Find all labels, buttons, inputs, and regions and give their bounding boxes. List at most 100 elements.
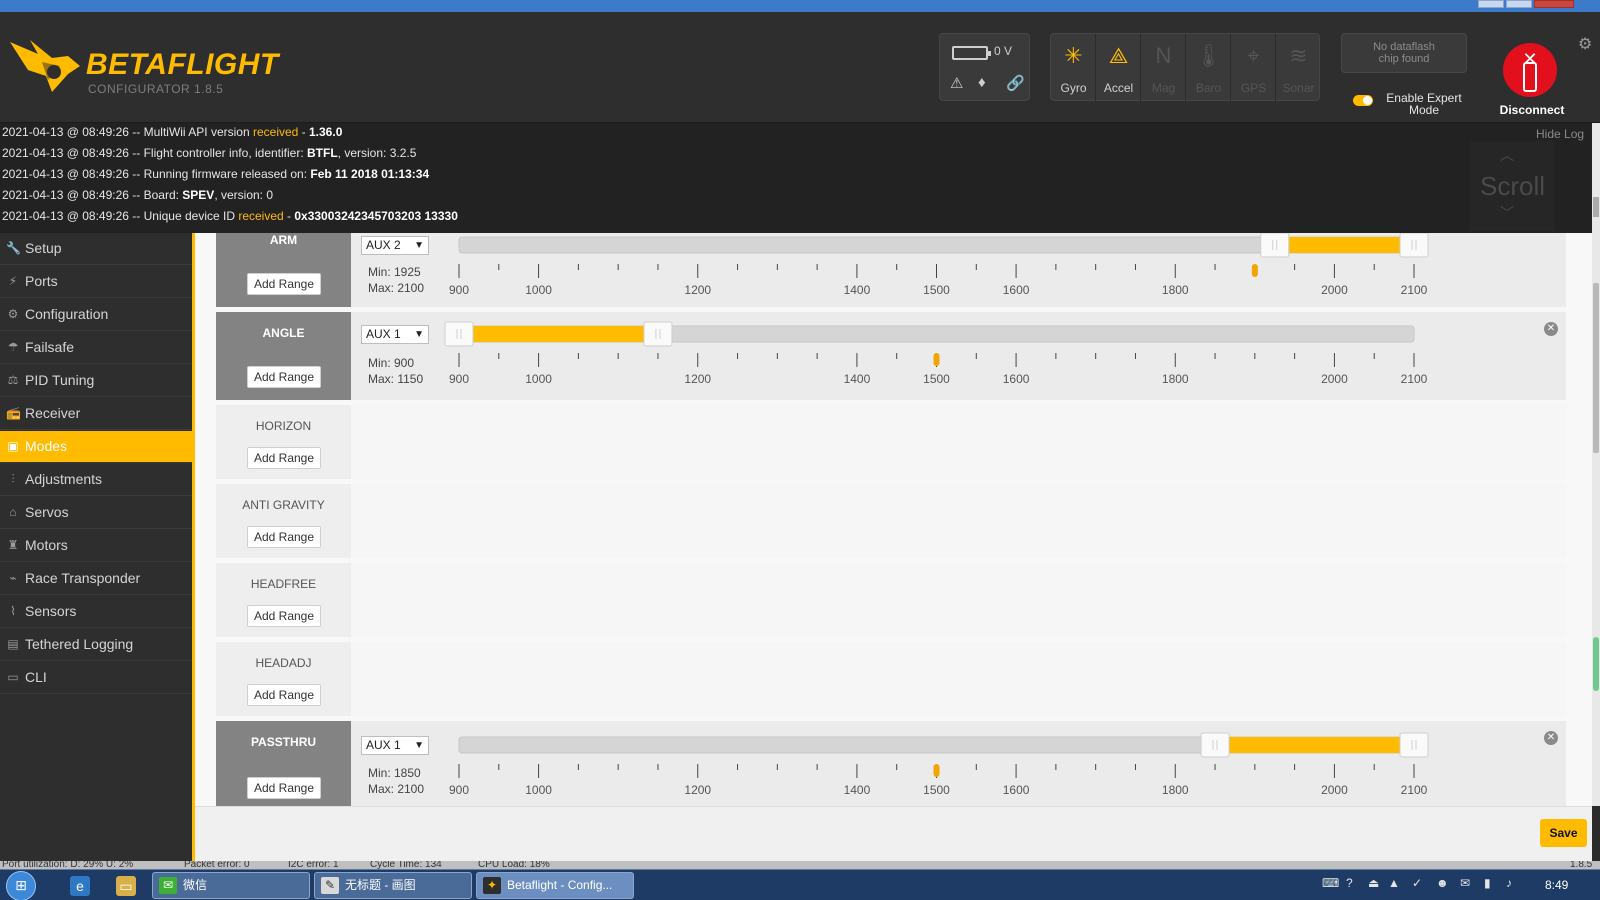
remove-range-button[interactable]: ✕ — [1544, 731, 1558, 745]
maximize-button[interactable] — [1506, 0, 1532, 8]
tray-expand-icon[interactable]: ▲ — [1388, 876, 1400, 890]
add-range-button[interactable]: Add Range — [247, 777, 321, 799]
parachute-icon: ☂ — [7, 340, 19, 354]
mag-icon: N — [1155, 43, 1172, 68]
sidebar-item-setup[interactable]: 🔧 Setup — [0, 233, 192, 265]
tick-label: 1000 — [525, 372, 552, 386]
sidebar-item-modes[interactable]: ▣ Modes — [0, 431, 192, 463]
add-range-button[interactable]: Add Range — [247, 684, 321, 706]
tick-label: 1400 — [844, 783, 871, 797]
volume-icon[interactable]: ♪ — [1506, 876, 1512, 890]
sidebar-item-cli[interactable]: ▭ CLI — [0, 662, 192, 694]
modes-icon: ▣ — [7, 439, 19, 453]
slider-active-range — [1274, 237, 1414, 253]
slider-max-handle[interactable] — [643, 321, 673, 347]
hide-log-link[interactable]: Hide Log — [1536, 127, 1584, 141]
sidebar-item-motors[interactable]: ♜ Motors — [0, 530, 192, 562]
tick-label: 1600 — [1003, 783, 1030, 797]
settings-gear-icon[interactable]: ⚙ — [1578, 34, 1592, 54]
usb-icon[interactable]: ⏏ — [1368, 876, 1379, 890]
taskbar-app-betaflight[interactable]: ✦ Betaflight - Config... — [476, 872, 634, 899]
log-scrollbar[interactable] — [1592, 123, 1600, 233]
sensor-sonar: ≋ Sonar — [1276, 34, 1321, 102]
mode-row-passthru: PASSTHRU Add Range AUX 1 ▼ Min: 1850 Max:… — [216, 721, 1566, 806]
sidebar-item-failsafe[interactable]: ☂ Failsafe — [0, 332, 192, 364]
sensor-mag: N Mag — [1141, 34, 1186, 102]
expert-mode-toggle[interactable]: Enable Expert Mode — [1353, 92, 1483, 122]
scroll-label: Scroll — [1480, 171, 1546, 201]
os-taskbar: ⊞ e ▭ ✉ 微信 ✎ 无标题 - 画图 ✦ Betaflight - Config… — [0, 869, 1600, 900]
tick-label: 2000 — [1321, 372, 1348, 386]
range-slider[interactable]: 900 1000 1200 1400 1500 1600 1800 2000 2100 — [351, 312, 1566, 400]
sensor-gps: ⌖ GPS — [1231, 34, 1276, 102]
sidebar-item-race-transponder[interactable]: ⌁ Race Transponder — [0, 563, 192, 595]
sidebar-item-adjustments[interactable]: ⫶ Adjustments — [0, 464, 192, 496]
sidebar-item-receiver[interactable]: 📻 Receiver — [0, 398, 192, 430]
sidebar-item-configuration[interactable]: ⚙ Configuration — [0, 299, 192, 331]
slider-active-range — [1215, 737, 1414, 753]
add-range-button[interactable]: Add Range — [247, 447, 321, 469]
tick-label: 1800 — [1162, 783, 1189, 797]
keyboard-icon[interactable]: ⌨ — [1322, 876, 1339, 890]
close-window-button[interactable] — [1534, 0, 1574, 8]
slider-min-handle[interactable] — [1260, 233, 1290, 258]
network-icon[interactable]: ▮ — [1484, 876, 1491, 890]
security-icon[interactable]: ✓ — [1412, 876, 1422, 890]
status-icons: ⚠ ♦ 🔗 — [950, 74, 1025, 94]
remove-range-button[interactable]: ✕ — [1544, 322, 1558, 336]
slider-max-handle[interactable] — [1399, 732, 1429, 758]
baro-icon: 🌡 — [1194, 43, 1223, 68]
content-footer: Save — [195, 806, 1592, 861]
tick-label: 2100 — [1401, 283, 1428, 297]
usb-disconnect-icon: ✕ — [1503, 43, 1557, 97]
add-range-button[interactable]: Add Range — [247, 605, 321, 627]
add-range-button[interactable]: Add Range — [247, 273, 321, 295]
gyro-icon: ✳ — [1064, 43, 1083, 68]
range-slider[interactable]: 900 1000 1200 1400 1500 1600 1800 2000 2100 — [351, 721, 1566, 806]
header: BETAFLIGHT CONFIGURATOR 1.8.5 0 V ⚠ ♦ 🔗 … — [0, 12, 1600, 123]
tick-label: 2100 — [1401, 783, 1428, 797]
mode-name: HEADADJ — [255, 656, 312, 670]
slider-max-handle[interactable] — [1399, 233, 1429, 258]
toggle-switch[interactable] — [1353, 95, 1373, 106]
folder-icon[interactable]: ▭ — [116, 876, 136, 896]
add-range-button[interactable]: Add Range — [247, 366, 321, 388]
sidebar-item-servos[interactable]: ⌂ Servos — [0, 497, 192, 529]
clock: 8:49 — [1545, 878, 1569, 892]
tick-label: 1500 — [923, 372, 950, 386]
tick-label: 900 — [449, 283, 469, 297]
range-slider[interactable]: 900 1000 1200 1400 1500 1600 1800 2000 2100 — [351, 233, 1566, 307]
status-cpu-load: CPU Load: 18% — [478, 861, 550, 869]
wechat-tray-icon[interactable]: ✉ — [1460, 876, 1470, 890]
sidebar-item-pid-tuning[interactable]: ⚖ PID Tuning — [0, 365, 192, 397]
content-scrollbar[interactable] — [1592, 233, 1600, 806]
disconnect-button[interactable]: ✕ Disconnect — [1497, 31, 1567, 131]
minimize-button[interactable] — [1478, 0, 1504, 8]
log-line: 2021-04-13 @ 08:49:26 -- Board: SPEV, ve… — [2, 188, 274, 202]
mode-row-arm: ARM Add Range AUX 2 ▼ Min: 1925 Max: 2100… — [216, 233, 1566, 307]
browser-icon[interactable]: e — [70, 876, 90, 896]
wrench-icon: 🔧 — [6, 241, 21, 255]
betaflight-bee-icon — [10, 40, 80, 92]
add-range-button[interactable]: Add Range — [247, 526, 321, 548]
tick-label: 2100 — [1401, 372, 1428, 386]
qq-icon[interactable]: ☻ — [1436, 876, 1449, 890]
slider-min-handle[interactable] — [1200, 732, 1230, 758]
taskbar-app-wechat[interactable]: ✉ 微信 — [152, 872, 310, 899]
link-icon: 🔗 — [1006, 75, 1025, 92]
slider-min-handle[interactable] — [444, 321, 474, 347]
warning-icon: ⚠ — [950, 75, 964, 92]
system-tray: ⌨ ? ⏏ ▲ ✓ ☻ ✉ ▮ ♪ — [1318, 874, 1518, 898]
sidebar-item-sensors[interactable]: ⌇ Sensors — [0, 596, 192, 628]
battery-panel: 0 V ⚠ ♦ 🔗 — [939, 33, 1030, 101]
taskbar-app-paint[interactable]: ✎ 无标题 - 画图 — [314, 872, 472, 899]
sidebar-item-tethered-logging[interactable]: ▤ Tethered Logging — [0, 629, 192, 661]
logo-title: BETAFLIGHT — [86, 48, 279, 81]
help-icon[interactable]: ? — [1346, 876, 1353, 890]
start-button[interactable]: ⊞ — [6, 871, 36, 900]
gps-icon: ⌖ — [1247, 43, 1260, 68]
sidebar-item-ports[interactable]: ⚡ Ports — [0, 266, 192, 298]
save-button[interactable]: Save — [1540, 819, 1587, 847]
mode-name: PASSTHRU — [250, 735, 317, 749]
log-scroll-control[interactable]: ︿ Scroll ﹀ — [1470, 141, 1554, 231]
